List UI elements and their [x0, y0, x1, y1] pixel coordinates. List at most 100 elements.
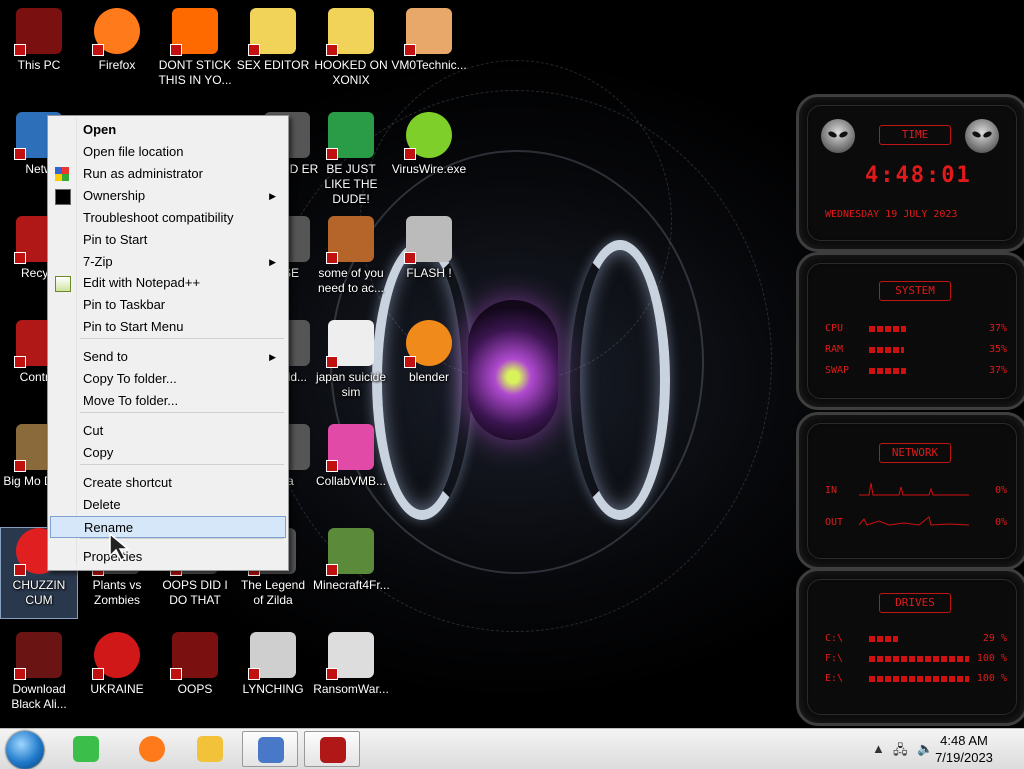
taskbar-clock-time: 4:48 AM [940, 733, 988, 748]
desktop-icon-label: CollabVMB... [315, 474, 387, 488]
desktop-icon[interactable]: Minecraft4Fr... [313, 528, 390, 618]
context-menu-item-pin-to-taskbar[interactable]: Pin to Taskbar [50, 294, 286, 316]
context-menu-item-cut[interactable]: Cut [50, 420, 286, 442]
taskbar-button[interactable] [124, 731, 180, 767]
desktop-icon[interactable]: blender [391, 320, 467, 410]
shortcut-arrow-icon [92, 668, 104, 680]
context-menu-item-edit-with-notepad[interactable]: Edit with Notepad++ [50, 272, 286, 294]
desktop-icon[interactable]: Download Black Ali... [1, 632, 77, 722]
desktop-icon-label: LYNCHING [242, 682, 304, 696]
desktop-icon-label: Minecraft4Fr... [313, 578, 390, 592]
context-menu-item-pin-to-start[interactable]: Pin to Start [50, 229, 286, 251]
drives-widget: DRIVES C:\ 29 % F:\ 100 % E:\ 100 % [796, 568, 1024, 726]
widget-row-label: C:\ [825, 633, 844, 644]
widget-row-label: OUT [825, 517, 844, 528]
desktop-icon[interactable]: VirusWire.exe [391, 112, 467, 202]
shortcut-arrow-icon [14, 148, 26, 160]
context-menu-item-ownership[interactable]: Ownership ▶ [50, 185, 286, 207]
desktop-icon[interactable]: BE JUST LIKE THE DUDE! [313, 112, 389, 206]
taskbar-button[interactable] [58, 731, 114, 767]
monitor-pink-icon [326, 424, 374, 472]
alien-head-icon [965, 119, 999, 153]
shortcut-arrow-icon [170, 668, 182, 680]
desktop-icon[interactable]: OOPS [157, 632, 233, 722]
shortcut-arrow-icon [326, 564, 338, 576]
context-menu-item-label: Delete [83, 497, 121, 512]
submenu-arrow-icon: ▶ [269, 191, 276, 201]
mouse-cursor [109, 532, 131, 562]
context-menu-item-label: Ownership [83, 188, 146, 203]
widget-row-value: 0% [994, 517, 1007, 528]
taskbar-clock[interactable]: 4:48 AM 7/19/2023 [924, 732, 1004, 766]
desktop-icon[interactable]: FLASH ! [391, 216, 467, 306]
notepad-icon [55, 276, 71, 292]
context-menu-item-label: Run as administrator [83, 166, 203, 181]
desktop-icon[interactable]: japan suicide sim [313, 320, 389, 410]
desktop-icon-label: some of you need to ac... [317, 266, 385, 295]
desktop[interactable]: This PC Firefox DONT STICK THIS IN YO... SE… [0, 0, 1024, 728]
context-menu-item-label: 7-Zip [83, 254, 113, 269]
desktop-icon[interactable]: VM0Technic... [391, 8, 467, 98]
context-menu-item-properties[interactable]: Properties [50, 546, 286, 568]
start-button[interactable] [6, 731, 44, 769]
minecraft-block-icon [326, 528, 374, 576]
document-icon [326, 320, 374, 368]
desktop-icon-label: UKRAINE [90, 682, 144, 696]
context-menu-item-move-to-folder[interactable]: Move To folder... [50, 390, 286, 412]
context-menu-item-rename[interactable]: Rename [50, 516, 286, 538]
shortcut-arrow-icon [14, 44, 26, 56]
lime-icon [404, 112, 452, 160]
computer-icon [258, 737, 284, 763]
alienware-icon [170, 632, 218, 680]
context-menu-item-label: Create shortcut [83, 475, 172, 490]
time-widget-date: WEDNESDAY 19 JULY 2023 [825, 209, 958, 220]
context-menu-item-copy-to-folder[interactable]: Copy To folder... [50, 368, 286, 390]
shortcut-arrow-icon [326, 460, 338, 472]
desktop-icon[interactable]: LYNCHING [235, 632, 311, 722]
context-menu-item-pin-to-start-menu[interactable]: Pin to Start Menu [50, 316, 286, 338]
desktop-icon[interactable]: UKRAINE [79, 632, 155, 722]
context-menu-item-run-as-administrator[interactable]: Run as administrator [50, 163, 286, 185]
network-tray-icon[interactable]: 🖧 [893, 741, 908, 763]
usage-bar [869, 636, 898, 642]
context-menu[interactable]: Open Open file location Run as administrat… [47, 115, 289, 571]
traffic-cone-icon [170, 8, 218, 56]
flash-icon [404, 216, 452, 264]
time-widget: TIME 4:48:01 WEDNESDAY 19 JULY 2023 [796, 94, 1024, 252]
system-widget: SYSTEM CPU 37% RAM 35% SWAP 37% [796, 252, 1024, 410]
shortcut-arrow-icon [326, 356, 338, 368]
show-hidden-icons-icon[interactable]: ▲ [872, 741, 885, 756]
desktop-icon-label: OOPS [177, 682, 213, 696]
blender-icon [404, 320, 452, 368]
desktop-icon[interactable]: This PC [1, 8, 77, 98]
context-menu-item-open-file-location[interactable]: Open file location [50, 141, 286, 163]
context-menu-item-copy[interactable]: Copy [50, 442, 286, 464]
desktop-icon-label: Download Black Ali... [11, 682, 67, 711]
alien-head-icon [821, 119, 855, 153]
taskbar-button[interactable] [304, 731, 360, 767]
context-menu-item-open[interactable]: Open [50, 119, 286, 141]
widget-row-label: RAM [825, 344, 844, 355]
desktop-icon[interactable]: DONT STICK THIS IN YO... [157, 8, 233, 98]
context-menu-item-delete[interactable]: Delete [50, 494, 286, 516]
notes-icon [73, 736, 99, 762]
desktop-icon[interactable]: some of you need to ac... [313, 216, 389, 306]
context-menu-item-create-shortcut[interactable]: Create shortcut [50, 472, 286, 494]
usage-bar [869, 347, 904, 353]
context-menu-item-send-to[interactable]: Send to ▶ [50, 346, 286, 368]
taskbar-button[interactable] [182, 731, 238, 767]
desktop-icon[interactable]: CollabVMB... [313, 424, 389, 514]
taskbar-button[interactable] [242, 731, 298, 767]
context-menu-item-troubleshoot-compatibility[interactable]: Troubleshoot compatibility [50, 207, 286, 229]
taskbar-clock-date: 7/19/2023 [935, 750, 993, 765]
drives-widget-title: DRIVES [879, 593, 951, 613]
taskbar: ▲ 🖧 🔈 4:48 AM 7/19/2023 [0, 728, 1024, 769]
desktop-icon[interactable]: SEX EDITOR [235, 8, 311, 98]
widget-row-value: 0% [994, 485, 1007, 496]
shortcut-arrow-icon [326, 44, 338, 56]
desktop-icon[interactable]: HOOKED ON XONIX [313, 8, 389, 98]
desktop-icon[interactable]: RansomWar... [313, 632, 389, 722]
desktop-icon[interactable]: Firefox [79, 8, 155, 98]
context-menu-item-label: Open [83, 122, 117, 137]
context-menu-item-7-zip[interactable]: 7-Zip ▶ [50, 251, 286, 273]
